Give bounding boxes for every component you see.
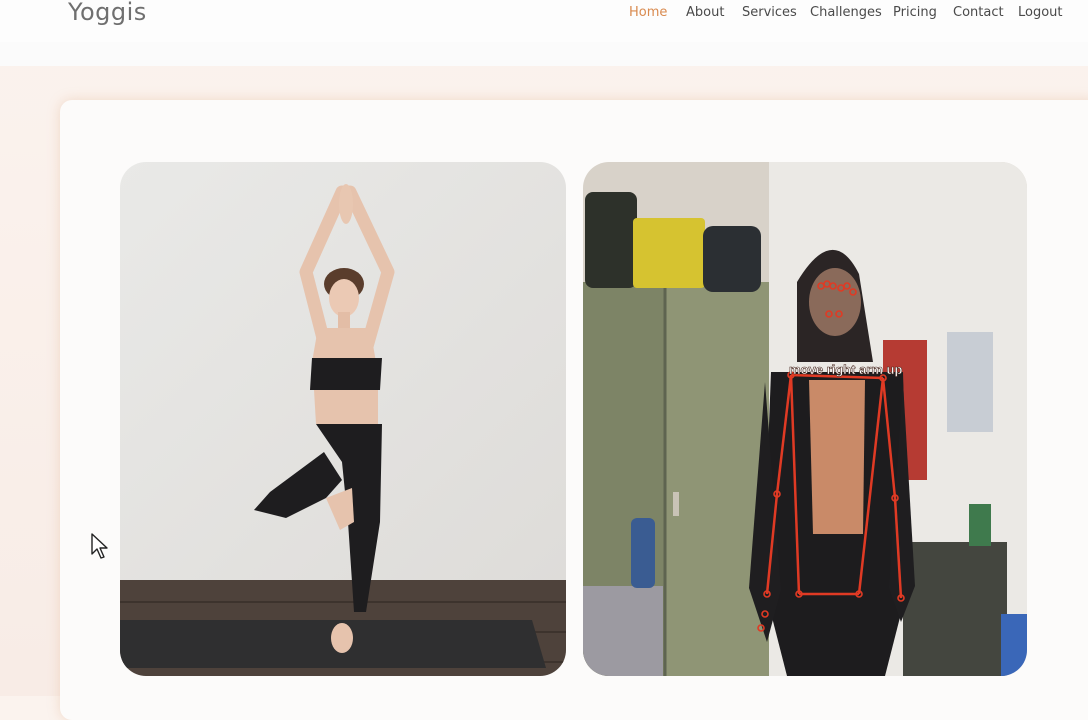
pose-detection-feed: move right arm up [583,162,1027,676]
nav-pricing[interactable]: Pricing [893,5,937,20]
main-nav: Home About Services Challenges Pricing C… [0,5,1088,25]
reference-pose-image [120,162,566,676]
webcam-pose-feed: move right arm up [583,162,1027,676]
top-navbar: Yoggis Home About Services Challenges Pr… [0,0,1088,42]
nav-services[interactable]: Services [742,5,797,20]
nav-challenges[interactable]: Challenges [810,5,882,20]
header-strip [0,42,1088,66]
mouse-cursor-icon [91,533,108,559]
pose-instruction-text: move right arm up [789,362,902,377]
nav-contact[interactable]: Contact [953,5,1004,20]
nav-home[interactable]: Home [629,5,667,20]
yoga-tree-pose-image [120,162,566,676]
nav-about[interactable]: About [686,5,724,20]
nav-logout[interactable]: Logout [1018,5,1063,20]
